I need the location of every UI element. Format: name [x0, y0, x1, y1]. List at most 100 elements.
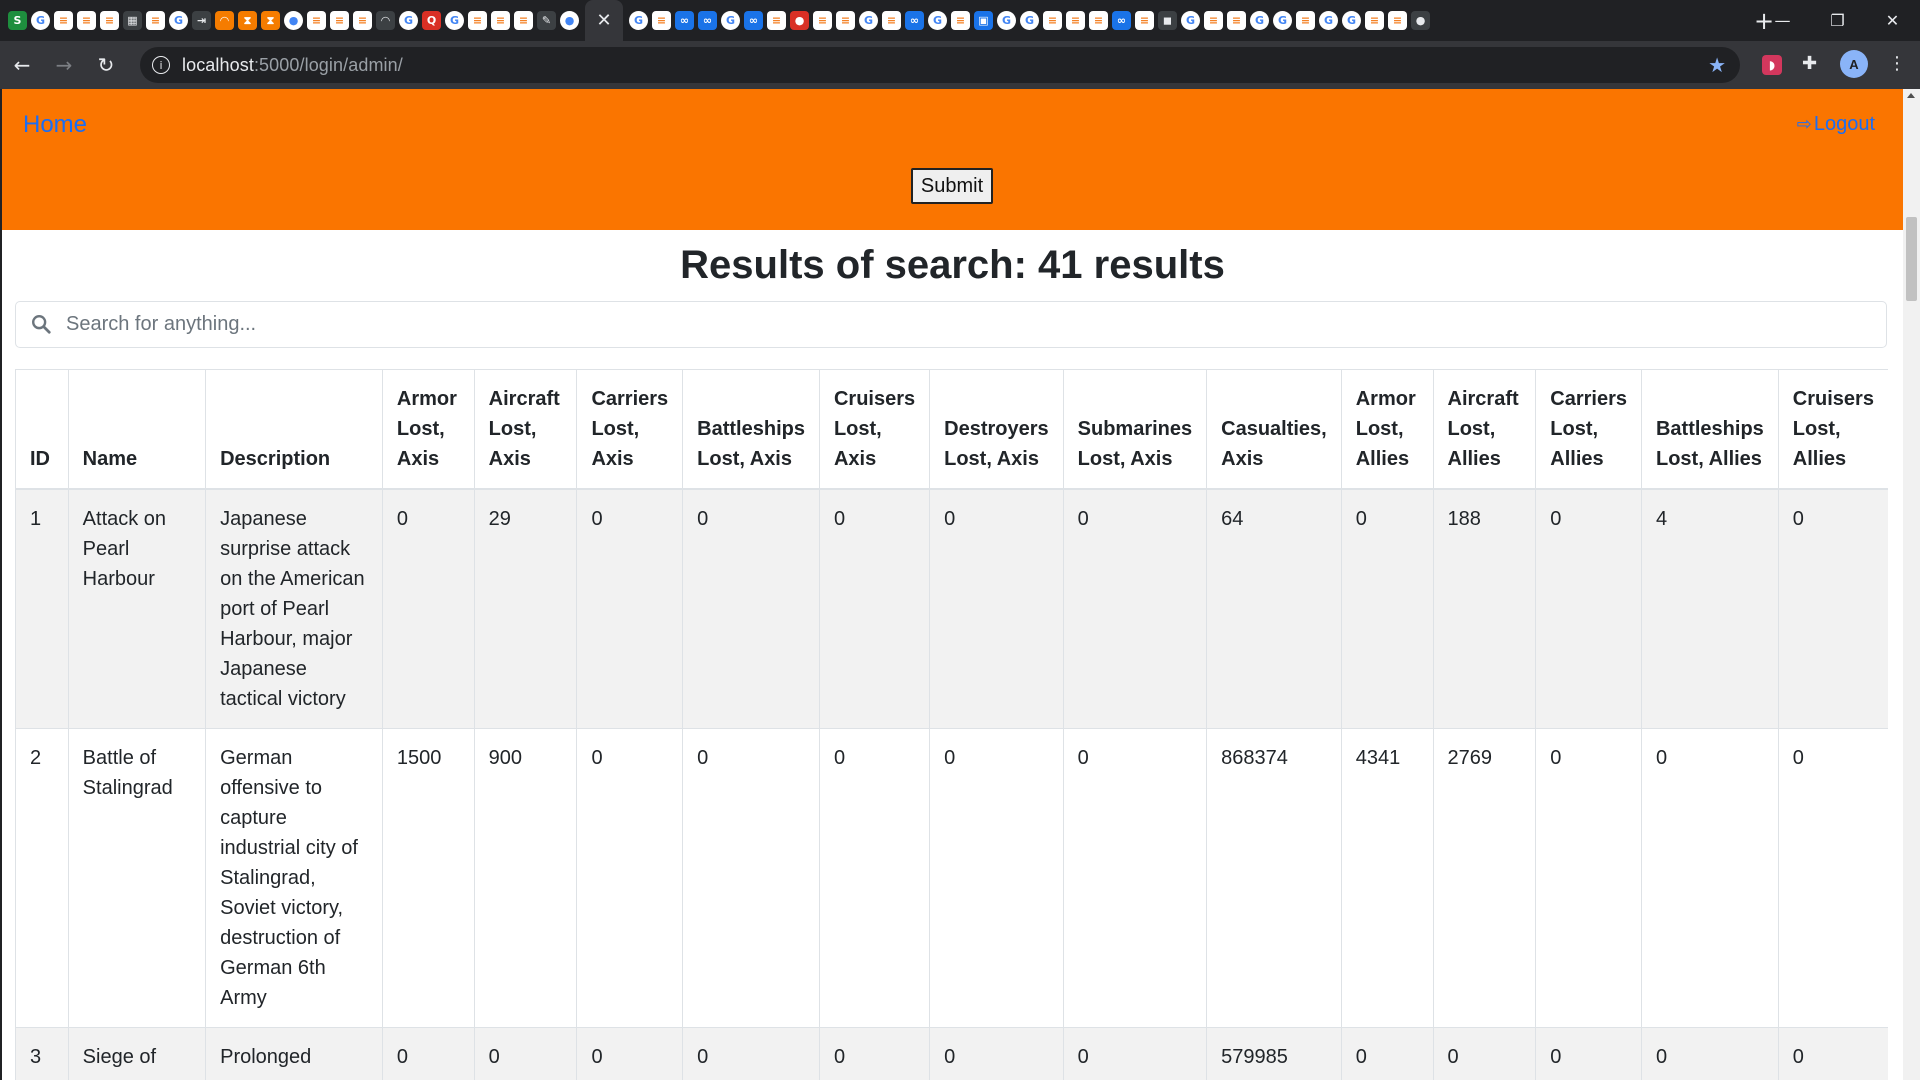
address-bar[interactable]: i localhost:5000/login/admin/ ★ — [140, 47, 1740, 83]
medium-tab-icon[interactable]: ● — [1411, 11, 1430, 30]
home-link[interactable]: Home — [23, 111, 87, 139]
google-tab-icon[interactable]: G — [169, 11, 188, 30]
google-tab-icon[interactable]: G — [928, 11, 947, 30]
column-header[interactable]: Cruisers Lost, Allies — [1777, 370, 1888, 490]
bookmark-star-icon[interactable]: ★ — [1708, 53, 1726, 77]
search-input[interactable] — [66, 302, 1866, 347]
tab-icon[interactable]: ◼ — [1158, 11, 1177, 30]
column-header[interactable]: Submarines Lost, Axis — [1062, 370, 1207, 490]
table-row[interactable]: 2 Battle of Stalingrad German offensive … — [15, 728, 1888, 1028]
google-tab-icon[interactable]: G — [1273, 11, 1292, 30]
stackoverflow-tab-icon[interactable]: ≡ — [491, 11, 510, 30]
stackoverflow-tab-icon[interactable]: ≡ — [1043, 11, 1062, 30]
stackoverflow-tab-icon[interactable]: ≡ — [1365, 11, 1384, 30]
stackoverflow-tab-icon[interactable]: ≡ — [1388, 11, 1407, 30]
stackoverflow-tab-icon[interactable]: ≡ — [468, 11, 487, 30]
stackoverflow-tab-icon[interactable]: ≡ — [1089, 11, 1108, 30]
tab-icon[interactable]: ∞ — [905, 11, 924, 30]
profile-avatar[interactable]: A — [1840, 50, 1868, 78]
tab-icon[interactable]: ∞ — [675, 11, 694, 30]
column-header[interactable]: Description — [205, 370, 383, 490]
google-tab-icon[interactable]: G — [721, 11, 740, 30]
column-header[interactable]: Casualties, Axis — [1206, 370, 1342, 490]
tab-icon[interactable]: ✎ — [537, 11, 556, 30]
google-tab-icon[interactable]: G — [1250, 11, 1269, 30]
google-tab-icon[interactable]: G — [1342, 11, 1361, 30]
site-info-icon[interactable]: i — [152, 56, 170, 74]
stackoverflow-tab-icon[interactable]: ≡ — [813, 11, 832, 30]
browser-menu-icon[interactable]: ⋮ — [1888, 53, 1906, 74]
column-header[interactable]: Cruisers Lost, Axis — [818, 370, 930, 490]
tab-icon[interactable]: ◠ — [376, 11, 395, 30]
google-tab-icon[interactable]: G — [445, 11, 464, 30]
google-tab-icon[interactable]: G — [1319, 11, 1338, 30]
stackoverflow-tab-icon[interactable]: ≡ — [836, 11, 855, 30]
tab-icon[interactable]: ▣ — [974, 11, 993, 30]
stackoverflow-tab-icon[interactable]: ≡ — [54, 11, 73, 30]
column-header[interactable]: Armor Lost, Axis — [381, 370, 475, 490]
table-row[interactable]: 1 Attack on Pearl Harbour Japanese surpr… — [15, 488, 1888, 729]
tab-icon[interactable]: ∞ — [1112, 11, 1131, 30]
scrollbar-thumb[interactable] — [1906, 217, 1917, 301]
forward-icon[interactable]: → — [44, 45, 84, 85]
restore-icon[interactable]: ❐ — [1810, 0, 1865, 41]
close-icon[interactable]: ✕ — [1865, 0, 1920, 41]
quora-tab-icon[interactable]: Q — [422, 11, 441, 30]
url-text[interactable]: localhost:5000/login/admin/ — [182, 55, 403, 76]
submit-button[interactable]: Submit — [911, 168, 993, 204]
stackoverflow-tab-icon[interactable]: ≡ — [1066, 11, 1085, 30]
stackoverflow-tab-icon[interactable]: ≡ — [307, 11, 326, 30]
docs-tab-icon[interactable]: ▦ — [123, 11, 142, 30]
stackoverflow-tab-icon[interactable]: ≡ — [100, 11, 119, 30]
column-header[interactable]: ID — [15, 370, 69, 490]
google-tab-icon[interactable]: G — [1020, 11, 1039, 30]
table-row[interactable]: 3 Siege of Prolonged 0 0 0 0 0 0 0 57998… — [15, 1027, 1888, 1080]
active-tab-close-button[interactable]: ✕ — [585, 0, 623, 41]
column-header[interactable]: Battleships Lost, Axis — [682, 370, 820, 490]
tab-icon[interactable]: ∞ — [744, 11, 763, 30]
reload-icon[interactable]: ↻ — [86, 45, 126, 85]
column-header[interactable]: Name — [67, 370, 206, 490]
stackoverflow-tab-icon[interactable]: ≡ — [1204, 11, 1223, 30]
column-header[interactable]: Armor Lost, Allies — [1340, 370, 1433, 490]
github-tab-icon[interactable]: ● — [560, 11, 579, 30]
stackoverflow-tab-icon[interactable]: ≡ — [882, 11, 901, 30]
tab-icon[interactable]: ◠ — [215, 11, 234, 30]
column-header[interactable]: Aircraft Lost, Axis — [473, 370, 577, 490]
logout-link[interactable]: ⇨ Logout — [1797, 113, 1875, 136]
google-tab-icon[interactable]: G — [629, 11, 648, 30]
github-tab-icon[interactable]: ● — [284, 11, 303, 30]
column-header[interactable]: Destroyers Lost, Axis — [929, 370, 1064, 490]
stackoverflow-tab-icon[interactable]: ≡ — [77, 11, 96, 30]
tab-icon[interactable]: ● — [790, 11, 809, 30]
stackoverflow-tab-icon[interactable]: ≡ — [353, 11, 372, 30]
minimize-icon[interactable]: — — [1755, 0, 1810, 41]
stackoverflow-tab-icon[interactable]: ≡ — [1135, 11, 1154, 30]
scroll-up-arrow-icon[interactable] — [1907, 93, 1915, 98]
tab-icon[interactable]: ∞ — [698, 11, 717, 30]
hourglass-tab-icon[interactable]: ⧗ — [238, 11, 257, 30]
google-tab-icon[interactable]: G — [997, 11, 1016, 30]
tab-icon[interactable]: ⇥ — [192, 11, 211, 30]
google-tab-icon[interactable]: G — [399, 11, 418, 30]
extensions-puzzle-icon[interactable]: ✚ — [1802, 53, 1817, 74]
stackoverflow-tab-icon[interactable]: ≡ — [951, 11, 970, 30]
google-tab-icon[interactable]: G — [859, 11, 878, 30]
stackoverflow-tab-icon[interactable]: ≡ — [330, 11, 349, 30]
pocket-extension-icon[interactable]: ◗ — [1762, 55, 1782, 75]
sheets-tab-icon[interactable]: S — [8, 11, 27, 30]
column-header[interactable]: Carriers Lost, Axis — [576, 370, 683, 490]
column-header[interactable]: Carriers Lost, Allies — [1535, 370, 1642, 490]
google-tab-icon[interactable]: G — [31, 11, 50, 30]
stackoverflow-tab-icon[interactable]: ≡ — [514, 11, 533, 30]
stackoverflow-tab-icon[interactable]: ≡ — [1227, 11, 1246, 30]
search-bar[interactable] — [15, 301, 1887, 348]
stackoverflow-tab-icon[interactable]: ≡ — [1296, 11, 1315, 30]
column-header[interactable]: Aircraft Lost, Allies — [1432, 370, 1536, 490]
column-header[interactable]: Battleships Lost, Allies — [1640, 370, 1779, 490]
hourglass-tab-icon[interactable]: ⧗ — [261, 11, 280, 30]
google-tab-icon[interactable]: G — [1181, 11, 1200, 30]
stackoverflow-tab-icon[interactable]: ≡ — [767, 11, 786, 30]
stackoverflow-tab-icon[interactable]: ≡ — [652, 11, 671, 30]
page-scrollbar[interactable] — [1903, 89, 1920, 1080]
